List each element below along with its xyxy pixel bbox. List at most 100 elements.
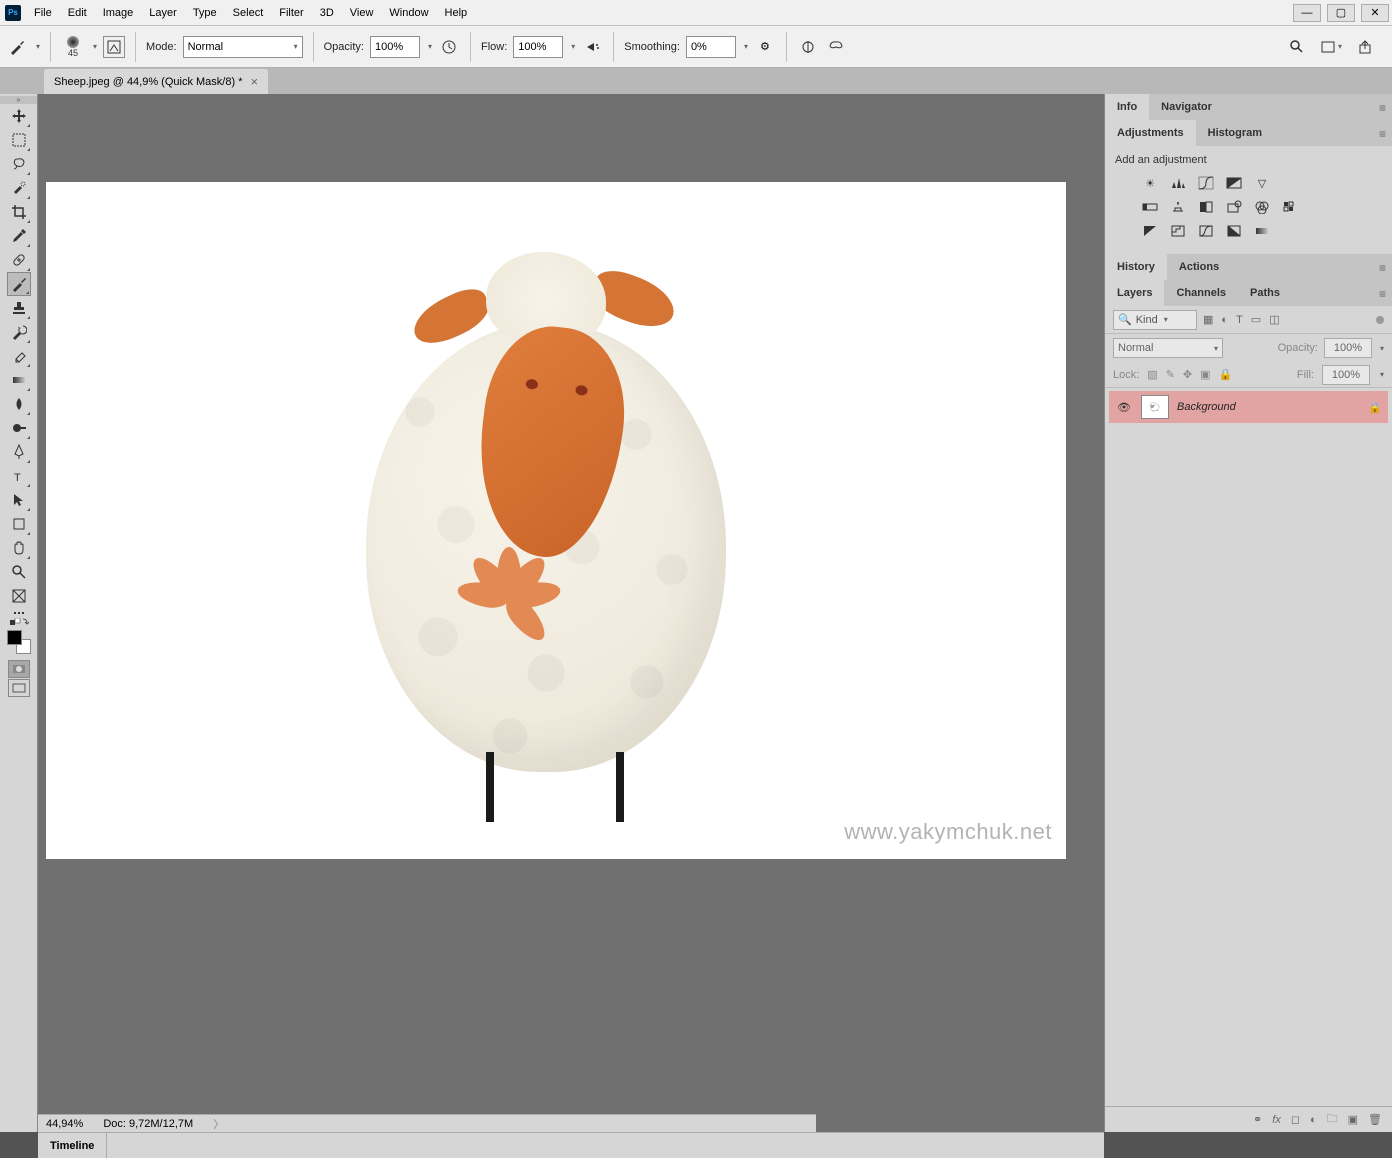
layers-panel-menu-icon[interactable]: ≡	[1379, 287, 1386, 301]
tab-history[interactable]: History	[1105, 254, 1167, 280]
mode-select[interactable]: Normal▾	[183, 36, 303, 58]
zoom-tool[interactable]	[7, 560, 31, 584]
layer-mask-icon[interactable]: ◻	[1291, 1113, 1300, 1126]
menu-filter[interactable]: Filter	[271, 0, 311, 26]
color-swatches[interactable]	[7, 630, 31, 654]
exposure-icon[interactable]	[1225, 174, 1243, 192]
maximize-button[interactable]: ▢	[1327, 4, 1355, 22]
pressure-opacity-icon[interactable]	[438, 36, 460, 58]
healing-tool[interactable]	[7, 248, 31, 272]
opacity-dropdown[interactable]: ▾	[428, 42, 432, 51]
symmetry-icon[interactable]	[797, 36, 819, 58]
channel-mixer-icon[interactable]	[1253, 198, 1271, 216]
eraser-tool[interactable]	[7, 344, 31, 368]
link-layers-icon[interactable]: ⚭	[1253, 1113, 1262, 1126]
blend-mode-select[interactable]: Normal▾	[1113, 338, 1223, 358]
tab-actions[interactable]: Actions	[1167, 254, 1231, 280]
vibrance-icon[interactable]: ▽	[1253, 174, 1271, 192]
blur-tool[interactable]	[7, 392, 31, 416]
layer-row-background[interactable]: 👁 🐑 Background 🔒	[1109, 391, 1388, 423]
canvas-area[interactable]: www.yakymchuk.net 44,94% Doc: 9,72M/12,7…	[38, 94, 1104, 1132]
filter-type-icon[interactable]: T	[1236, 314, 1243, 326]
gradient-tool[interactable]	[7, 368, 31, 392]
lock-artboard-icon[interactable]: ▣	[1200, 368, 1210, 381]
menu-layer[interactable]: Layer	[141, 0, 185, 26]
delete-layer-icon[interactable]: 🗑	[1368, 1113, 1382, 1126]
menu-image[interactable]: Image	[95, 0, 142, 26]
fill-input-dropdown[interactable]: ▾	[1380, 370, 1384, 379]
quick-mask-button[interactable]	[8, 660, 30, 678]
layer-fx-icon[interactable]: fx	[1272, 1114, 1281, 1126]
layer-thumbnail[interactable]: 🐑	[1141, 395, 1169, 419]
new-layer-icon[interactable]: ▣	[1348, 1113, 1358, 1126]
timeline-tab[interactable]: Timeline	[38, 1133, 107, 1158]
close-button[interactable]: ✕	[1361, 4, 1389, 22]
flow-input[interactable]: 100%	[513, 36, 563, 58]
hand-tool[interactable]	[7, 536, 31, 560]
brush-dropdown[interactable]: ▾	[93, 42, 97, 51]
bw-icon[interactable]	[1197, 198, 1215, 216]
history-panel-menu-icon[interactable]: ≡	[1379, 261, 1386, 275]
flow-dropdown[interactable]: ▾	[571, 42, 575, 51]
menu-3d[interactable]: 3D	[312, 0, 342, 26]
filter-toggle[interactable]	[1376, 316, 1384, 324]
tab-paths[interactable]: Paths	[1238, 280, 1292, 306]
threshold-icon[interactable]	[1197, 222, 1215, 240]
minimize-button[interactable]: —	[1293, 4, 1321, 22]
frame-tool[interactable]	[7, 584, 31, 608]
adjustment-layer-icon[interactable]: ◐	[1310, 1114, 1317, 1126]
stamp-tool[interactable]	[7, 296, 31, 320]
lock-position-icon[interactable]: ✥	[1183, 368, 1192, 381]
layer-visibility-icon[interactable]: 👁	[1115, 401, 1133, 414]
menu-view[interactable]: View	[342, 0, 382, 26]
tab-navigator[interactable]: Navigator	[1149, 94, 1224, 120]
eyedropper-tool[interactable]	[7, 224, 31, 248]
lock-all-icon[interactable]: 🔒	[1219, 368, 1233, 381]
tab-adjustments[interactable]: Adjustments	[1105, 120, 1196, 146]
adjustments-panel-menu-icon[interactable]: ≡	[1379, 127, 1386, 141]
opacity-input-dropdown[interactable]: ▾	[1380, 344, 1384, 353]
lock-image-icon[interactable]: ✎	[1166, 368, 1175, 381]
filter-smart-icon[interactable]: ◫	[1269, 313, 1279, 326]
opacity-input[interactable]: 100%	[370, 36, 420, 58]
path-select-tool[interactable]	[7, 488, 31, 512]
screen-mode-button[interactable]	[8, 679, 30, 697]
foreground-color-swatch[interactable]	[7, 630, 22, 645]
doc-size-value[interactable]: Doc: 9,72M/12,7M	[103, 1118, 193, 1130]
color-balance-icon[interactable]	[1169, 198, 1187, 216]
gradient-map-icon[interactable]	[1253, 222, 1271, 240]
layer-opacity-input[interactable]: 100%	[1324, 338, 1372, 358]
smoothing-input[interactable]: 0%	[686, 36, 736, 58]
curves-icon[interactable]	[1197, 174, 1215, 192]
brush-preview[interactable]: 45	[61, 36, 85, 58]
type-tool[interactable]: T	[7, 464, 31, 488]
color-lookup-icon[interactable]	[1281, 198, 1299, 216]
hue-icon[interactable]	[1141, 198, 1159, 216]
pen-tool[interactable]	[7, 440, 31, 464]
view-extras-icon[interactable]: ▾	[1320, 36, 1342, 58]
filter-pixel-icon[interactable]: ▦	[1203, 313, 1213, 326]
menu-edit[interactable]: Edit	[60, 0, 95, 26]
search-icon[interactable]	[1286, 36, 1308, 58]
airbrush-icon[interactable]	[581, 36, 603, 58]
status-arrow-icon[interactable]: 〉	[213, 1116, 224, 1132]
quick-select-tool[interactable]	[7, 176, 31, 200]
edit-toolbar[interactable]	[14, 612, 24, 614]
tab-channels[interactable]: Channels	[1164, 280, 1238, 306]
color-swap-icon[interactable]	[0, 618, 37, 628]
crop-tool[interactable]	[7, 200, 31, 224]
brush-tool[interactable]	[7, 272, 31, 296]
layer-name[interactable]: Background	[1177, 401, 1236, 413]
marquee-tool[interactable]	[7, 128, 31, 152]
zoom-value[interactable]: 44,94%	[46, 1118, 83, 1130]
levels-icon[interactable]	[1169, 174, 1187, 192]
filter-adjust-icon[interactable]: ◐	[1221, 314, 1228, 326]
dodge-tool[interactable]	[7, 416, 31, 440]
menu-file[interactable]: File	[26, 0, 60, 26]
layer-filter-select[interactable]: 🔍Kind▾	[1113, 310, 1197, 330]
move-tool[interactable]	[7, 104, 31, 128]
lock-transparency-icon[interactable]: ▨	[1147, 368, 1157, 381]
filter-shape-icon[interactable]: ▭	[1251, 313, 1261, 326]
brightness-icon[interactable]: ☀	[1141, 174, 1159, 192]
smoothing-dropdown[interactable]: ▾	[744, 42, 748, 51]
